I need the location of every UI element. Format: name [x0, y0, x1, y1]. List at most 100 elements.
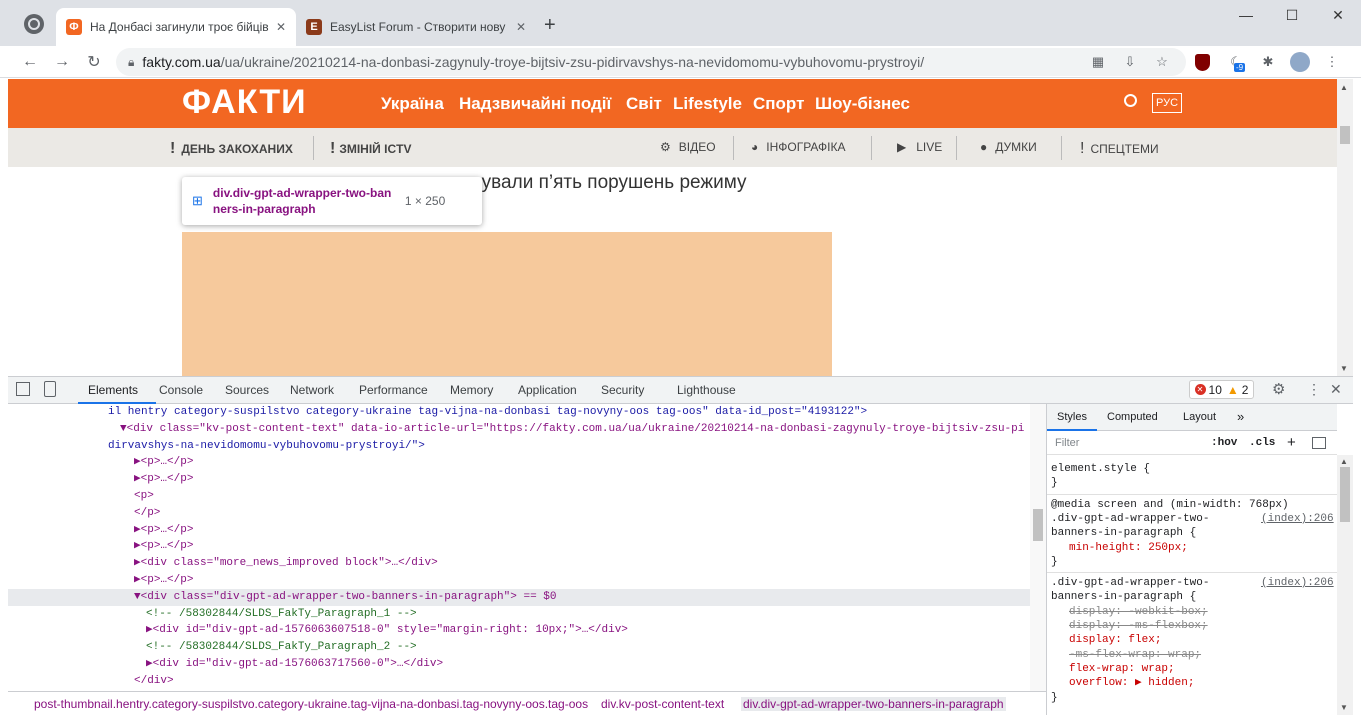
dom-node[interactable]: ▶<p>…</p>: [8, 471, 1030, 488]
style-line[interactable]: flex-wrap: wrap;: [1069, 662, 1175, 676]
tab-memory[interactable]: Memory: [450, 383, 493, 397]
avatar[interactable]: [1288, 50, 1312, 74]
style-line[interactable]: display: -webkit-box;: [1069, 605, 1208, 619]
close-window-button[interactable]: ✕: [1315, 0, 1361, 30]
dom-node[interactable]: </div>: [8, 673, 1030, 690]
subnav-opinions[interactable]: ● ДУМКИ: [980, 140, 1037, 154]
back-icon[interactable]: ←: [16, 46, 44, 78]
tab-layout[interactable]: Layout: [1183, 411, 1216, 423]
style-line[interactable]: min-height: 250px;: [1069, 541, 1188, 555]
elements-scrollbar[interactable]: [1030, 404, 1046, 691]
add-rule-icon[interactable]: +: [1287, 434, 1296, 451]
devtools-settings-icon[interactable]: ⚙: [1272, 380, 1285, 398]
devtools-close-icon[interactable]: ✕: [1330, 381, 1342, 398]
install-icon[interactable]: ⇩: [1118, 50, 1142, 74]
style-line[interactable]: display: flex;: [1069, 633, 1161, 647]
bookmark-star-icon[interactable]: ☆: [1150, 50, 1174, 74]
toggle-sidebar-icon[interactable]: [1312, 437, 1326, 449]
lock-icon[interactable]: 🔒︎: [128, 55, 134, 70]
dom-node[interactable]: ▶<p>…</p>: [8, 538, 1030, 555]
dom-node[interactable]: ▶<div id="div-gpt-ad-1576063607518-0" st…: [8, 622, 1030, 639]
maximize-button[interactable]: ☐: [1269, 0, 1315, 30]
extension-moon-icon[interactable]: ☾ -9: [1224, 50, 1248, 74]
issues-counter[interactable]: ✕ 10 ▲ 2: [1189, 380, 1254, 399]
dom-node[interactable]: ▶<p>…</p>: [8, 572, 1030, 589]
ad-wrapper-highlight: [182, 232, 832, 376]
dom-node[interactable]: <!-- /58302844/SLDS_FakTy_Paragraph_2 --…: [8, 639, 1030, 656]
tab-performance[interactable]: Performance: [359, 383, 428, 397]
dom-node[interactable]: dirvavshys-na-nevidomomu-vybuhovomu-prys…: [8, 438, 1030, 455]
subnav-special[interactable]: ! СПЕЦТЕМИ: [1080, 140, 1159, 158]
source-link[interactable]: (index):206: [1261, 512, 1334, 526]
nav-ukraine[interactable]: Україна: [381, 94, 444, 114]
subnav-infographic[interactable]: ◕ ІНФОГРАФІКА: [751, 140, 845, 154]
subnav-valentines[interactable]: ! ДЕНЬ ЗАКОХАНИХ: [170, 140, 293, 158]
page-scrollbar[interactable]: ▲ ▼: [1337, 79, 1353, 376]
close-tab-icon[interactable]: ✕: [276, 20, 286, 34]
style-rules: element.style {} @media screen and (min-w…: [1047, 456, 1337, 714]
ublock-icon[interactable]: [1190, 50, 1214, 74]
style-line[interactable]: overflow: ▶ hidden;: [1069, 676, 1194, 690]
tab-lighthouse[interactable]: Lighthouse: [677, 383, 736, 397]
menu-kebab-icon[interactable]: ⋮: [1320, 50, 1344, 74]
subnav-video[interactable]: ⚙ ВІДЕО: [660, 140, 716, 154]
device-toggle-icon[interactable]: [44, 381, 56, 397]
forward-icon[interactable]: →: [48, 46, 76, 78]
tab-computed[interactable]: Computed: [1107, 411, 1158, 423]
close-tab-icon[interactable]: ✕: [516, 20, 526, 34]
styles-scrollbar[interactable]: ▲ ▼: [1337, 455, 1353, 715]
inspect-element-icon[interactable]: [16, 382, 30, 396]
reload-icon[interactable]: ↻: [80, 46, 108, 78]
tab-styles[interactable]: Styles: [1057, 411, 1087, 423]
hov-toggle[interactable]: :hov: [1211, 437, 1237, 449]
more-tabs-icon[interactable]: »: [1237, 409, 1244, 424]
devtools-more-icon[interactable]: ⋮: [1307, 381, 1321, 398]
divider: [956, 136, 957, 160]
dom-node[interactable]: <p>: [8, 488, 1030, 505]
tab-easylist[interactable]: E EasyList Forum - Створити нову ✕: [296, 8, 536, 46]
subnav-live[interactable]: ▶ LIVE: [897, 140, 942, 154]
dom-node[interactable]: ▼<div class="kv-post-content-text" data-…: [8, 421, 1030, 438]
new-tab-icon[interactable]: +: [544, 14, 556, 37]
nav-lifestyle[interactable]: Lifestyle: [673, 94, 742, 114]
divider: [313, 136, 314, 160]
dom-node[interactable]: </p>: [8, 505, 1030, 522]
breadcrumb-item[interactable]: post-thumbnail.hentry.category-suspilstv…: [34, 697, 588, 711]
nav-emergencies[interactable]: Надзвичайні події: [459, 94, 611, 114]
dom-node[interactable]: ▶<div id="div-gpt-ad-1576063717560-0">…<…: [8, 656, 1030, 673]
dom-node-selected[interactable]: ▼<div class="div-gpt-ad-wrapper-two-bann…: [8, 588, 1030, 606]
devtools-tabbar: Elements Console Sources Network Perform…: [8, 376, 1353, 404]
style-line: banners-in-paragraph {: [1051, 527, 1197, 540]
tab-network[interactable]: Network: [290, 383, 334, 397]
dom-node[interactable]: ▶<p>…</p>: [8, 454, 1030, 471]
tab-search-icon[interactable]: [24, 14, 44, 34]
dom-node[interactable]: ▶<div class="more_news_improved block">……: [8, 555, 1030, 572]
style-line[interactable]: -ms-flex-wrap: wrap;: [1069, 648, 1201, 662]
dom-node[interactable]: <!-- /58302844/SLDS_FakTy_Paragraph_1 --…: [8, 606, 1030, 623]
dom-node[interactable]: ▶<p>…</p>: [8, 522, 1030, 539]
tab-application[interactable]: Application: [518, 383, 577, 397]
nav-world[interactable]: Світ: [626, 94, 662, 114]
site-search-icon[interactable]: [1124, 94, 1137, 107]
minimize-button[interactable]: —: [1223, 0, 1269, 30]
cls-toggle[interactable]: .cls: [1249, 437, 1275, 449]
tab-console[interactable]: Console: [159, 383, 203, 397]
site-logo[interactable]: ФАКТИ: [182, 83, 307, 122]
language-switch[interactable]: РУС: [1152, 93, 1182, 113]
tab-security[interactable]: Security: [601, 383, 644, 397]
breadcrumb-item[interactable]: div.kv-post-content-text: [601, 697, 724, 711]
style-line[interactable]: display: -ms-flexbox;: [1069, 619, 1208, 633]
tab-sources[interactable]: Sources: [225, 383, 269, 397]
tab-elements[interactable]: Elements: [88, 383, 138, 397]
tab-fakty[interactable]: Ф На Донбасі загинули троє бійців ✕: [56, 8, 296, 46]
dom-node[interactable]: il hentry category-suspilstvo category-u…: [8, 404, 1030, 421]
qr-code-icon[interactable]: ▦: [1086, 50, 1110, 74]
styles-filter-input[interactable]: Filter: [1047, 432, 1207, 454]
extensions-puzzle-icon[interactable]: ✱: [1256, 50, 1280, 74]
nav-showbiz[interactable]: Шоу-бізнес: [815, 94, 910, 114]
source-link[interactable]: (index):206: [1261, 576, 1334, 590]
subnav-ictv[interactable]: ! ЗМІНІЙ ICTV: [330, 140, 411, 158]
breadcrumb-item-selected[interactable]: div.div-gpt-ad-wrapper-two-banners-in-pa…: [741, 697, 1006, 711]
nav-sport[interactable]: Спорт: [753, 94, 804, 114]
address-bar[interactable]: 🔒︎ fakty.com.ua/ua/ukraine/20210214-na-d…: [116, 48, 1186, 76]
